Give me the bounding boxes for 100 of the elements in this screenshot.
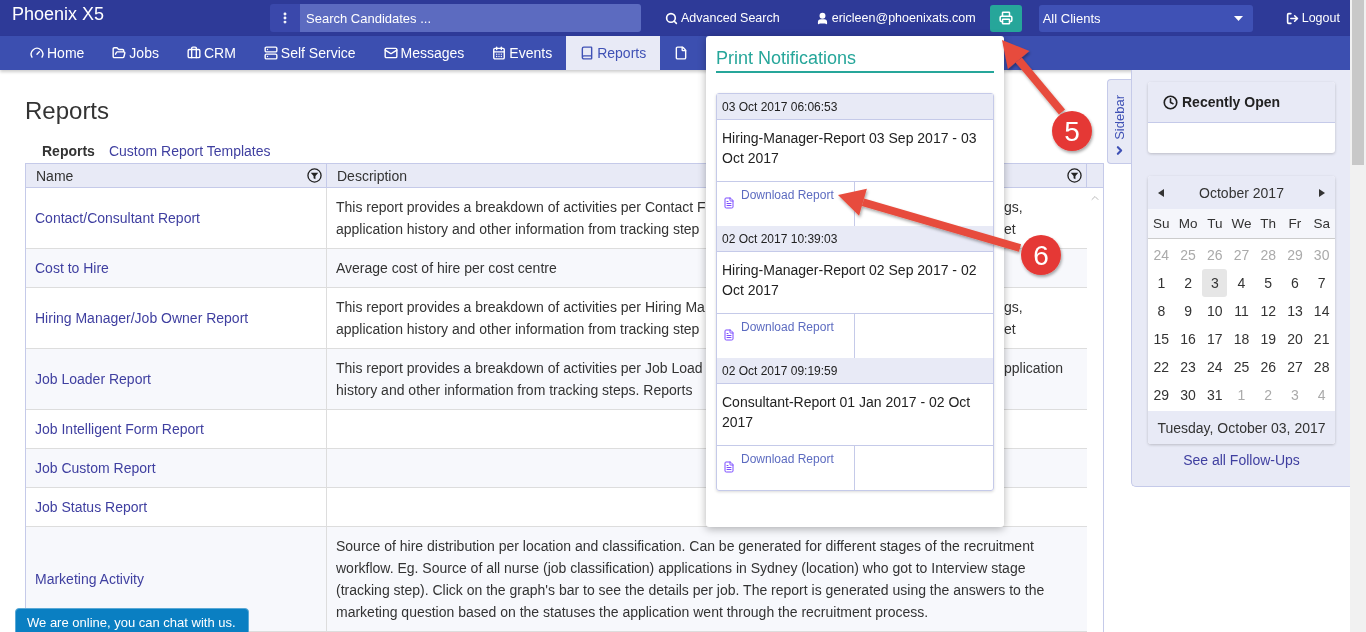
printer-icon <box>998 11 1013 26</box>
download-report-link[interactable]: Download Report <box>741 320 834 334</box>
description-text: This report provides a breakdown of activities per Hiring Ma <box>336 298 705 317</box>
sub-tab[interactable]: Custom Report Templates <box>108 143 271 159</box>
calendar-day[interactable]: 21 <box>1309 325 1334 353</box>
calendar-day[interactable]: 16 <box>1175 325 1201 353</box>
weekday-label: Sa <box>1312 216 1331 231</box>
description-text: gs, <box>1004 198 1024 217</box>
calendar-day[interactable]: 11 <box>1229 297 1254 325</box>
step-number-badge: 6 <box>1021 235 1061 275</box>
calendar-day[interactable]: 26 <box>1255 353 1281 381</box>
sub-tab[interactable]: Reports <box>42 143 95 159</box>
description-text: history and other information from tracking steps. Reports <box>336 381 693 400</box>
calendar-day[interactable]: 7 <box>1309 269 1334 297</box>
report-link[interactable]: Contact/Consultant Report <box>35 210 200 226</box>
calendar-icon <box>492 46 507 61</box>
calendar-day[interactable]: 5 <box>1255 269 1281 297</box>
description-text: This report provides a breakdown of activities per Job Load <box>336 359 703 378</box>
follow-ups-link[interactable]: See all Follow-Ups <box>1183 452 1300 468</box>
report-link[interactable]: Marketing Activity <box>35 571 144 587</box>
report-link[interactable]: Job Status Report <box>35 499 148 515</box>
calendar-day[interactable]: 4 <box>1229 269 1254 297</box>
selected-date: Tuesday, October 03, 2017 <box>1148 411 1335 444</box>
calendar-day[interactable]: 28 <box>1309 353 1334 381</box>
column-title: Name <box>36 167 74 184</box>
calendar-day[interactable]: 15 <box>1149 325 1174 353</box>
search-field[interactable]: Search Candidates ... <box>300 4 641 33</box>
next-month-icon[interactable] <box>1319 188 1325 197</box>
print-button[interactable] <box>989 4 1022 32</box>
calendar-day[interactable]: 24 <box>1202 353 1228 381</box>
download-report-link[interactable]: Download Report <box>741 188 834 202</box>
calendar-day[interactable]: 31 <box>1202 381 1228 409</box>
calendar-day[interactable]: 8 <box>1149 297 1174 325</box>
weekday-label: Fr <box>1287 216 1303 231</box>
nav-tab[interactable]: CRM <box>172 36 250 70</box>
description-text: et <box>1004 220 1017 239</box>
pdf-file-icon <box>723 197 735 209</box>
calendar-day[interactable]: 12 <box>1255 297 1281 325</box>
report-link[interactable]: Cost to Hire <box>35 260 109 276</box>
nav-tab[interactable]: Reports <box>566 36 661 70</box>
weekday-label: Tu <box>1206 216 1224 231</box>
logout-link[interactable]: Logout <box>1285 11 1340 26</box>
calendar-day[interactable]: 25 <box>1229 353 1254 381</box>
calendar-day[interactable]: 23 <box>1175 353 1201 381</box>
calendar-day[interactable]: 1 <box>1149 269 1174 297</box>
weekday-label: We <box>1230 216 1253 231</box>
filter-icon[interactable] <box>1067 168 1082 183</box>
notification-title: Hiring-Manager-Report 03 Sep 2017 - 03 Oct 2017 <box>717 120 993 182</box>
client-select[interactable]: All Clients <box>1038 4 1253 32</box>
calendar-day[interactable]: 18 <box>1229 325 1254 353</box>
report-link[interactable]: Job Intelligent Form Report <box>35 421 204 437</box>
scrollbar[interactable] <box>1350 0 1366 632</box>
nav-tab[interactable]: Self Service <box>249 36 370 70</box>
briefcase-icon <box>186 46 201 61</box>
description-text: pplication <box>1004 359 1065 378</box>
pdf-file-icon <box>723 329 735 341</box>
server-icon <box>263 46 278 61</box>
previous-month-icon[interactable] <box>1158 188 1164 197</box>
user-icon <box>815 11 829 25</box>
card-title: Recently Open <box>1182 94 1281 110</box>
calendar-month: October 2017 <box>1199 184 1284 201</box>
calendar-day[interactable]: 17 <box>1202 325 1228 353</box>
nav-tab[interactable]: Events <box>478 36 567 70</box>
notification-date: 02 Oct 2017 10:39:03 <box>717 226 993 252</box>
weekday-label: Th <box>1259 216 1278 231</box>
calendar-day[interactable]: 3 <box>1202 269 1228 297</box>
notification-title: Hiring-Manager-Report 02 Sep 2017 - 02 Oct 2017 <box>717 252 993 314</box>
calendar-day[interactable]: 14 <box>1309 297 1334 325</box>
user-account-link[interactable]: ericleen@phoenixats.com <box>815 11 976 26</box>
calendar-day[interactable]: 9 <box>1175 297 1201 325</box>
weekday-label: Su <box>1152 216 1171 231</box>
clock-icon <box>1163 94 1178 110</box>
calendar-day[interactable]: 2 <box>1175 269 1201 297</box>
weekday-label: Mo <box>1177 216 1199 231</box>
description-text: This report provides a breakdown of activities per Contact F <box>336 198 706 217</box>
calendar-day[interactable]: 10 <box>1202 297 1228 325</box>
advanced-search-link[interactable]: Advanced Search <box>665 11 780 26</box>
nav-tab[interactable]: Home <box>16 36 99 70</box>
nav-tab[interactable]: Jobs <box>98 36 173 70</box>
step-number-badge: 5 <box>1052 111 1092 151</box>
filter-icon[interactable] <box>307 168 322 183</box>
sidebar-toggle[interactable]: Sidebar <box>1107 79 1131 164</box>
report-link[interactable]: Hiring Manager/Job Owner Report <box>35 310 249 326</box>
download-report-link[interactable]: Download Report <box>741 452 834 466</box>
calendar-day[interactable]: 30 <box>1175 381 1201 409</box>
calendar-day[interactable]: 20 <box>1282 325 1308 353</box>
report-link[interactable]: Job Loader Report <box>35 371 151 387</box>
app-title: Phoenix X5 <box>11 3 106 25</box>
calendar-day[interactable]: 13 <box>1282 297 1308 325</box>
nav-tab[interactable]: Messages <box>369 36 479 70</box>
calendar-day[interactable]: 22 <box>1149 353 1174 381</box>
calendar-day[interactable]: 19 <box>1255 325 1281 353</box>
calendar-day[interactable]: 29 <box>1149 381 1174 409</box>
description-text: et <box>1004 320 1017 339</box>
popup-title: Print Notifications <box>716 46 994 73</box>
chat-bar[interactable]: We are online, you can chat with us. <box>15 608 249 632</box>
calendar-day[interactable]: 27 <box>1282 353 1308 381</box>
more-options-button[interactable] <box>270 4 300 33</box>
calendar-day[interactable]: 6 <box>1282 269 1308 297</box>
report-link[interactable]: Job Custom Report <box>35 460 156 476</box>
